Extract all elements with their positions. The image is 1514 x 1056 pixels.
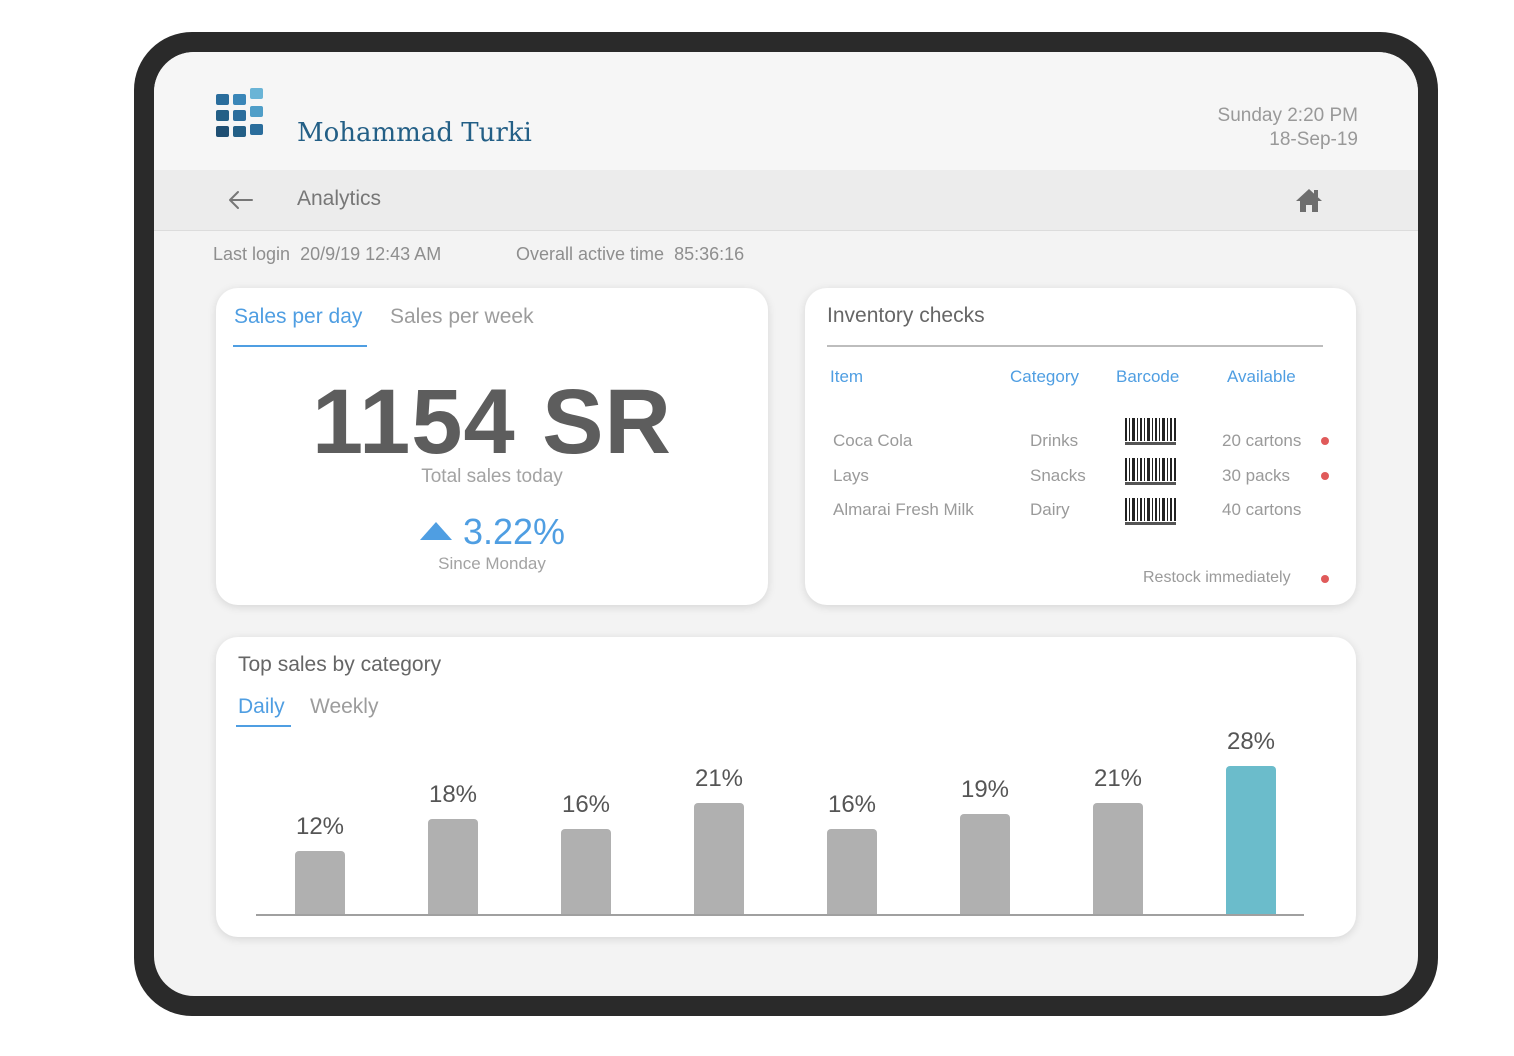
chart-data-label: 21% [694, 765, 744, 792]
row-item: Lays [833, 466, 869, 485]
triangle-up-icon [419, 522, 452, 541]
restock-legend-label: Restock immediately [1143, 569, 1291, 586]
nav-bar: Analytics [154, 170, 1418, 231]
barcode-icon [1125, 418, 1176, 445]
restock-alert-dot [1321, 472, 1329, 480]
row-available: 30 packs [1222, 466, 1291, 485]
sales-change-label: Since Monday [438, 554, 546, 573]
chart-bar [295, 851, 345, 914]
last-login-label: Last login [213, 244, 291, 264]
chart-data-label: 18% [428, 781, 478, 808]
chart-bar [827, 829, 877, 914]
sales-change-value: 3.22% [462, 511, 566, 552]
total-sales-label: Total sales today [421, 466, 563, 487]
chart-data-label: 21% [1093, 765, 1143, 792]
barcode-icon [1125, 458, 1176, 485]
column-header-available: Available [1227, 367, 1296, 386]
tab-sales-per-week[interactable]: Sales per week [390, 305, 534, 329]
chart-bar [960, 814, 1010, 914]
app-header: Mohammad Turki Sunday 2:20 PM 18-Sep-19 [154, 52, 1418, 170]
day-time: Sunday 2:20 PM [1217, 105, 1358, 126]
tab-daily[interactable]: Daily [238, 695, 285, 719]
row-available: 40 cartons [1222, 500, 1302, 519]
page-title: Analytics [297, 187, 382, 210]
app-logo [216, 88, 263, 137]
home-icon[interactable] [1294, 186, 1324, 214]
chart-bar [561, 829, 611, 914]
user-name: Mohammad Turki [297, 118, 532, 148]
sales-card: Sales per day Sales per week 1154 SR Tot… [216, 288, 768, 605]
row-available: 20 cartons [1222, 431, 1302, 450]
chart-x-axis [256, 914, 1304, 916]
chart-bar [694, 803, 744, 914]
top-sales-title: Top sales by category [238, 653, 442, 676]
sales-change: 3.22% [216, 510, 768, 554]
row-item: Almarai Fresh Milk [833, 500, 974, 519]
chart-data-label: 12% [295, 813, 345, 840]
inventory-title: Inventory checks [827, 304, 985, 327]
column-header-item: Item [830, 367, 864, 386]
last-login-value: 20/9/19 12:43 AM [300, 244, 442, 264]
column-header-barcode: Barcode [1116, 367, 1180, 386]
active-time: Overall active time 85:36:16 [516, 244, 744, 265]
row-item: Coca Cola [833, 431, 913, 450]
row-category: Dairy [1030, 500, 1070, 519]
total-sales-value: 1154 SR [312, 371, 672, 473]
restock-alert-dot [1321, 437, 1329, 445]
tab-weekly[interactable]: Weekly [310, 695, 378, 719]
chart-bar [1093, 803, 1143, 914]
inventory-card: Inventory checks Item Category Barcode A… [805, 288, 1356, 605]
datetime: Sunday 2:20 PM 18-Sep-19 [1218, 104, 1358, 152]
chart-data-label: 16% [827, 791, 877, 818]
active-tab-indicator [236, 725, 291, 727]
inventory-divider [827, 345, 1323, 347]
chart-data-label: 16% [561, 791, 611, 818]
active-time-value: 85:36:16 [674, 244, 745, 264]
chart-bar [1226, 766, 1276, 914]
last-login: Last login 20/9/19 12:43 AM [213, 244, 441, 265]
row-category: Drinks [1030, 431, 1079, 450]
restock-legend-dot [1321, 575, 1329, 583]
app-screen: Mohammad Turki Sunday 2:20 PM 18-Sep-19 … [154, 52, 1418, 996]
arrow-left-icon[interactable] [226, 188, 256, 212]
chart-data-label: 28% [1226, 728, 1276, 755]
column-header-category: Category [1010, 367, 1079, 386]
chart-bar [428, 819, 478, 914]
top-sales-card: Top sales by category Daily Weekly 12% 18… [216, 637, 1356, 937]
active-time-label: Overall active time [516, 244, 665, 264]
chart-data-label: 19% [960, 776, 1010, 803]
row-category: Snacks [1030, 466, 1086, 485]
date: 18-Sep-19 [1269, 129, 1358, 150]
barcode-icon [1125, 498, 1176, 525]
tab-sales-per-day[interactable]: Sales per day [234, 305, 362, 329]
active-tab-indicator [233, 345, 367, 347]
